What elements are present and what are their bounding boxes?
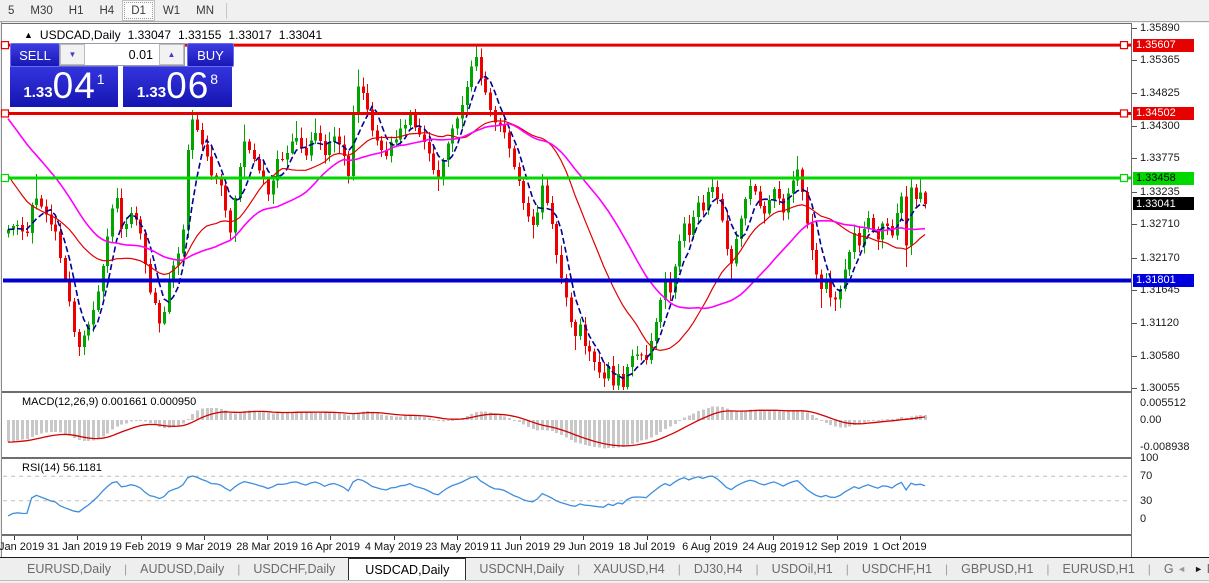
axis-tick-mark [1132, 126, 1137, 127]
ohlc-high: 1.33155 [178, 28, 221, 42]
hline-handle[interactable] [1121, 175, 1128, 182]
rsi-indicator-label: RSI(14) 56.1181 [22, 462, 102, 474]
axis-tick-mark [1132, 224, 1137, 225]
axis-tick-mark [1132, 28, 1137, 29]
symbol-title: USDCAD,Daily [40, 28, 121, 42]
price-axis: 1.35890 1.35365 1.34825 1.34300 1.33775 1.332… [1132, 23, 1209, 557]
sell-price-big: 04 [53, 67, 96, 104]
sell-price-small: 1.33 [23, 85, 52, 100]
price-level-label: 1.35607 [1133, 39, 1194, 52]
price-axis-tick: 1.31120 [1140, 317, 1179, 329]
axis-tick-mark [1132, 388, 1137, 389]
price-axis-tick: 1.30055 [1140, 382, 1180, 394]
price-axis-tick: 1.30580 [1140, 350, 1180, 362]
price-axis-tick: 1.34825 [1140, 87, 1180, 99]
sell-price-block[interactable]: 1.33 04 1 [10, 66, 118, 107]
rsi-axis-tick: 100 [1140, 452, 1158, 464]
lot-size-box: ▼ ▲ [59, 43, 185, 66]
chart-title: ▲ USDCAD,Daily 1.33047 1.33155 1.33017 1.3304… [24, 28, 322, 42]
rsi-axis-tick: 30 [1140, 495, 1152, 507]
macd-histogram [7, 406, 927, 448]
hline-handle[interactable] [2, 42, 9, 49]
axis-tick-mark [1132, 158, 1137, 159]
one-click-trading-panel: 1.33 04 1 1.33 06 8 SELL ▼ ▲ BUY [10, 43, 232, 106]
axis-tick-mark [1132, 258, 1137, 259]
axis-tick-mark [1132, 290, 1137, 291]
hline-1.34502[interactable] [2, 110, 1132, 117]
axis-tick-mark [1132, 192, 1137, 193]
hline-handle[interactable] [1121, 42, 1128, 49]
lot-size-input[interactable] [85, 44, 159, 65]
buy-button[interactable]: BUY [187, 43, 234, 67]
price-axis-tick: 1.33235 [1140, 186, 1180, 198]
lot-increase-button[interactable]: ▲ [159, 44, 184, 65]
buy-price-small: 1.33 [137, 85, 166, 100]
price-axis-tick: 1.32710 [1140, 218, 1180, 230]
axis-tick-mark [1132, 60, 1137, 61]
price-level-label: 1.31801 [1133, 274, 1194, 287]
price-axis-tick: 1.35365 [1140, 54, 1180, 66]
macd-indicator-label: MACD(12,26,9) 0.001661 0.000950 [22, 396, 196, 408]
current-price-label: 1.33041 [1133, 197, 1194, 210]
macd-axis-tick: 0.00 [1140, 414, 1161, 426]
ohlc-close: 1.33041 [279, 28, 322, 42]
hline-handle[interactable] [2, 110, 9, 117]
collapse-panel-icon[interactable]: ▲ [24, 30, 33, 40]
ma-line-5 [8, 76, 925, 378]
buy-price-big: 06 [166, 67, 209, 104]
ohlc-open: 1.33047 [128, 28, 171, 42]
rsi-axis-tick: 0 [1140, 513, 1146, 525]
lot-decrease-button[interactable]: ▼ [60, 44, 85, 65]
sell-button[interactable]: SELL [10, 43, 60, 67]
price-axis-tick: 1.34300 [1140, 120, 1180, 132]
price-level-label: 1.34502 [1133, 107, 1194, 120]
axis-tick-mark [1132, 323, 1137, 324]
rsi-level-lines [3, 476, 1131, 500]
axis-tick-mark [1132, 93, 1137, 94]
hline-handle[interactable] [2, 175, 9, 182]
axis-tick-mark [1132, 356, 1137, 357]
price-axis-tick: 1.33775 [1140, 152, 1180, 164]
macd-axis-tick: -0.008938 [1140, 441, 1190, 453]
rsi-line [8, 476, 925, 516]
price-level-label: 1.33458 [1133, 172, 1194, 185]
rsi-axis-tick: 70 [1140, 470, 1152, 482]
buy-price-sup: 8 [210, 72, 218, 86]
ohlc-low: 1.33017 [228, 28, 271, 42]
price-axis-tick: 1.35890 [1140, 22, 1180, 34]
sell-price-sup: 1 [97, 72, 105, 86]
hline-handle[interactable] [1121, 110, 1128, 117]
macd-axis-tick: 0.005512 [1140, 397, 1186, 409]
price-axis-tick: 1.32170 [1140, 252, 1180, 264]
hline-1.33458[interactable] [2, 175, 1132, 182]
buy-price-block[interactable]: 1.33 06 8 [123, 66, 232, 107]
